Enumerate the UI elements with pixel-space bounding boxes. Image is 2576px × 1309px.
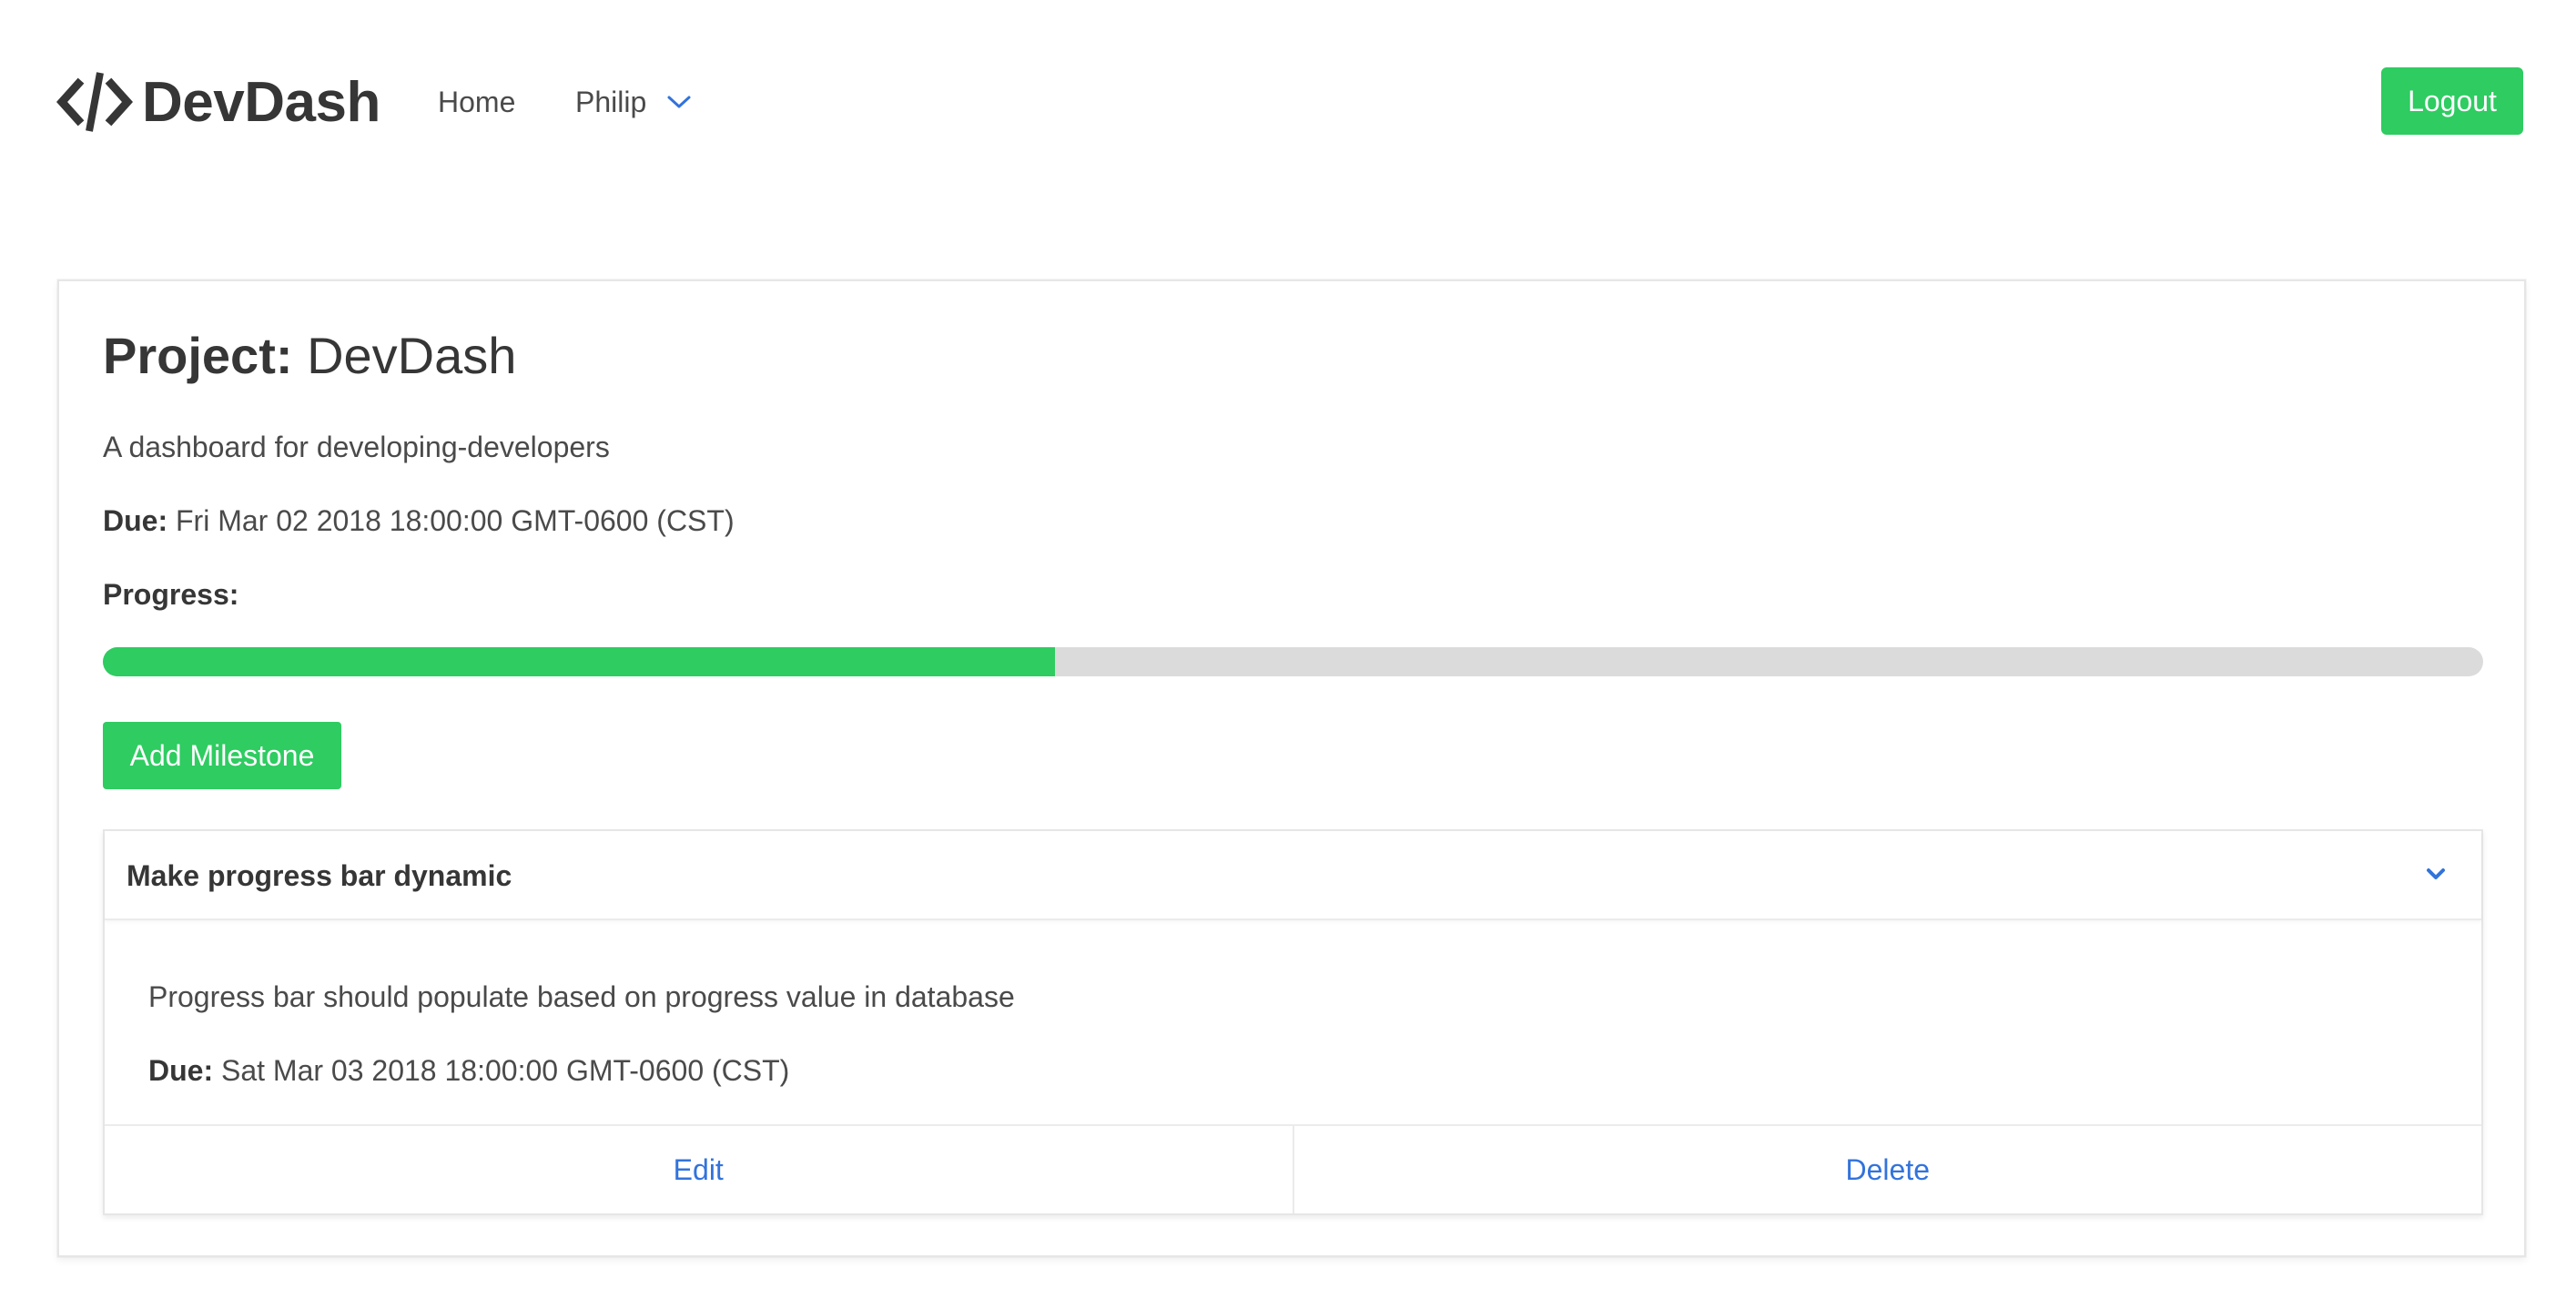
project-title: Project: DevDash [103,323,516,389]
delete-milestone-link[interactable]: Delete [1292,1126,2482,1213]
progress-bar [103,647,2483,676]
milestone-due-label: Due: [148,1054,214,1087]
nav-home-link[interactable]: Home [438,82,515,122]
milestone-description: Progress bar should populate based on pr… [148,980,1015,1013]
navbar: DevDash Home Philip Logout [0,0,2576,202]
logout-button[interactable]: Logout [2381,67,2523,135]
milestone-due-value: Sat Mar 03 2018 18:00:00 GMT-0600 (CST) [221,1054,790,1087]
project-title-label: Project: [103,327,293,384]
progress-bar-fill [103,647,1055,676]
project-due-value: Fri Mar 02 2018 18:00:00 GMT-0600 (CST) [176,504,735,537]
project-title-value: DevDash [307,327,517,384]
chevron-down-icon [667,96,691,108]
milestone-body: Progress bar should populate based on pr… [105,922,2481,1124]
project-description: A dashboard for developing-developers [103,431,610,463]
milestone-title: Make progress bar dynamic [127,859,512,892]
project-due-label: Due: [103,504,168,537]
milestone-header[interactable]: Make progress bar dynamic [105,831,2481,920]
edit-milestone-link[interactable]: Edit [105,1126,1293,1213]
project-due-date: Due: Fri Mar 02 2018 18:00:00 GMT-0600 (… [103,501,735,541]
add-milestone-button[interactable]: Add Milestone [103,722,341,789]
brand-logo[interactable]: DevDash [56,66,380,138]
user-dropdown[interactable]: Philip [575,82,692,122]
chevron-down-icon[interactable] [2425,866,2447,882]
milestone-footer: Edit Delete [105,1124,2481,1213]
milestone-card: Make progress bar dynamic Progress bar s… [103,829,2483,1215]
brand-name: DevDash [142,70,380,134]
code-icon [56,72,133,132]
progress-label: Progress: [103,578,239,611]
user-name-label: Philip [575,86,647,118]
project-card: Project: DevDash A dashboard for develop… [57,279,2526,1257]
milestone-due-date: Due: Sat Mar 03 2018 18:00:00 GMT-0600 (… [148,1050,789,1091]
